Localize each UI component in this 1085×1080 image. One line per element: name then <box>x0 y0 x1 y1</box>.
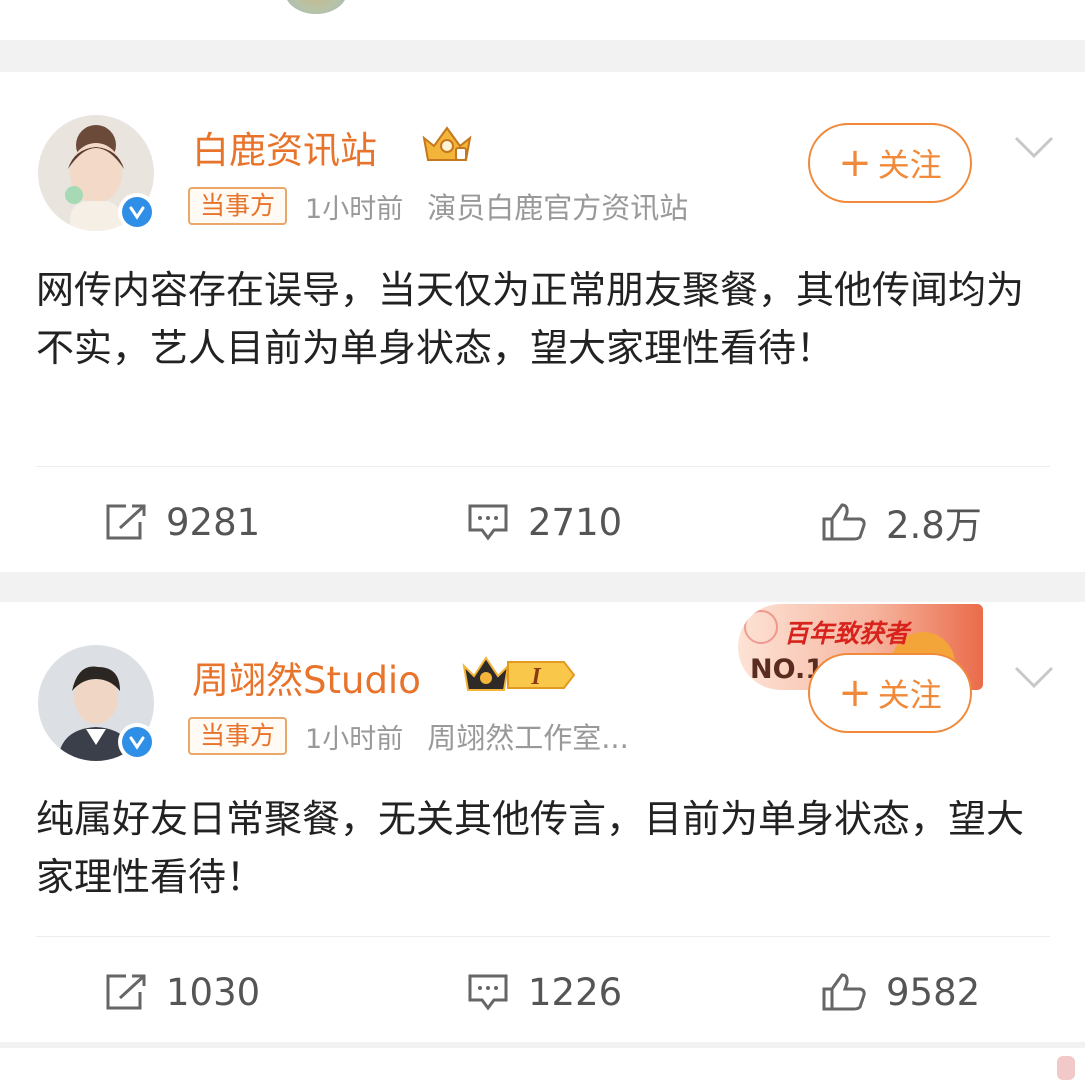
username[interactable]: 周翊然Studio <box>192 650 421 704</box>
post-time: 1小时前 <box>305 193 404 225</box>
chevron-down-icon[interactable] <box>1012 134 1056 160</box>
status-badge: 当事方 <box>188 717 288 755</box>
user-description: 周翊然工作室... <box>427 721 629 755</box>
like-button[interactable]: 2.8万 <box>820 492 982 552</box>
crown-icon[interactable] <box>420 124 474 166</box>
next-post-remnant <box>0 1048 1085 1080</box>
like-icon <box>822 503 866 541</box>
like-button[interactable]: 9582 <box>820 962 980 1022</box>
username[interactable]: 白鹿资讯站 <box>192 120 377 174</box>
repost-button[interactable]: 1030 <box>104 962 260 1022</box>
crown-icon[interactable]: I <box>460 654 578 696</box>
comment-icon <box>468 974 508 1011</box>
follow-label: 关注 <box>877 146 942 184</box>
like-count: 9582 <box>886 970 981 1014</box>
comment-icon <box>468 504 508 541</box>
verified-icon <box>118 723 156 761</box>
user-description: 演员白鹿官方资讯站 <box>427 191 689 225</box>
like-count: 2.8万 <box>886 504 982 547</box>
post-card[interactable]: 白鹿资讯站 当事方 1小时前 演员白鹿官方资讯站 + 关注 网传内容存在误导，当天… <box>0 72 1085 572</box>
repost-icon <box>106 504 146 540</box>
next-post-fragment <box>1057 1056 1075 1080</box>
follow-label: 关注 <box>877 676 942 714</box>
chevron-down-icon[interactable] <box>1012 664 1056 690</box>
member-level: I <box>530 664 542 690</box>
post-content: 纯属好友日常聚餐，无关其他传言，目前为单身状态，望大家理性看待！ <box>36 797 1025 899</box>
comment-count: 1226 <box>528 970 623 1014</box>
comment-button[interactable]: 1226 <box>466 962 622 1022</box>
comment-count: 2710 <box>528 500 623 544</box>
repost-count: 9281 <box>166 500 261 544</box>
promo-title: 百年致获者 <box>784 619 910 648</box>
repost-button[interactable]: 9281 <box>104 492 260 552</box>
previous-post-remnant <box>0 0 1085 40</box>
status-badge: 当事方 <box>188 187 288 225</box>
verified-icon <box>118 193 156 231</box>
follow-button[interactable]: + 关注 <box>808 123 972 203</box>
promo-decoration <box>744 610 778 644</box>
like-icon <box>822 973 866 1011</box>
comment-button[interactable]: 2710 <box>466 492 622 552</box>
follow-button[interactable]: + 关注 <box>808 653 972 733</box>
previous-avatar-fragment <box>285 0 347 14</box>
repost-count: 1030 <box>166 970 261 1014</box>
divider <box>36 936 1050 937</box>
repost-icon <box>106 974 146 1010</box>
post-content: 网传内容存在误导，当天仅为正常朋友聚餐，其他传闻均为不实，艺人目前为单身状态，望… <box>36 268 1025 370</box>
post-time: 1小时前 <box>305 723 404 755</box>
divider <box>36 466 1050 467</box>
